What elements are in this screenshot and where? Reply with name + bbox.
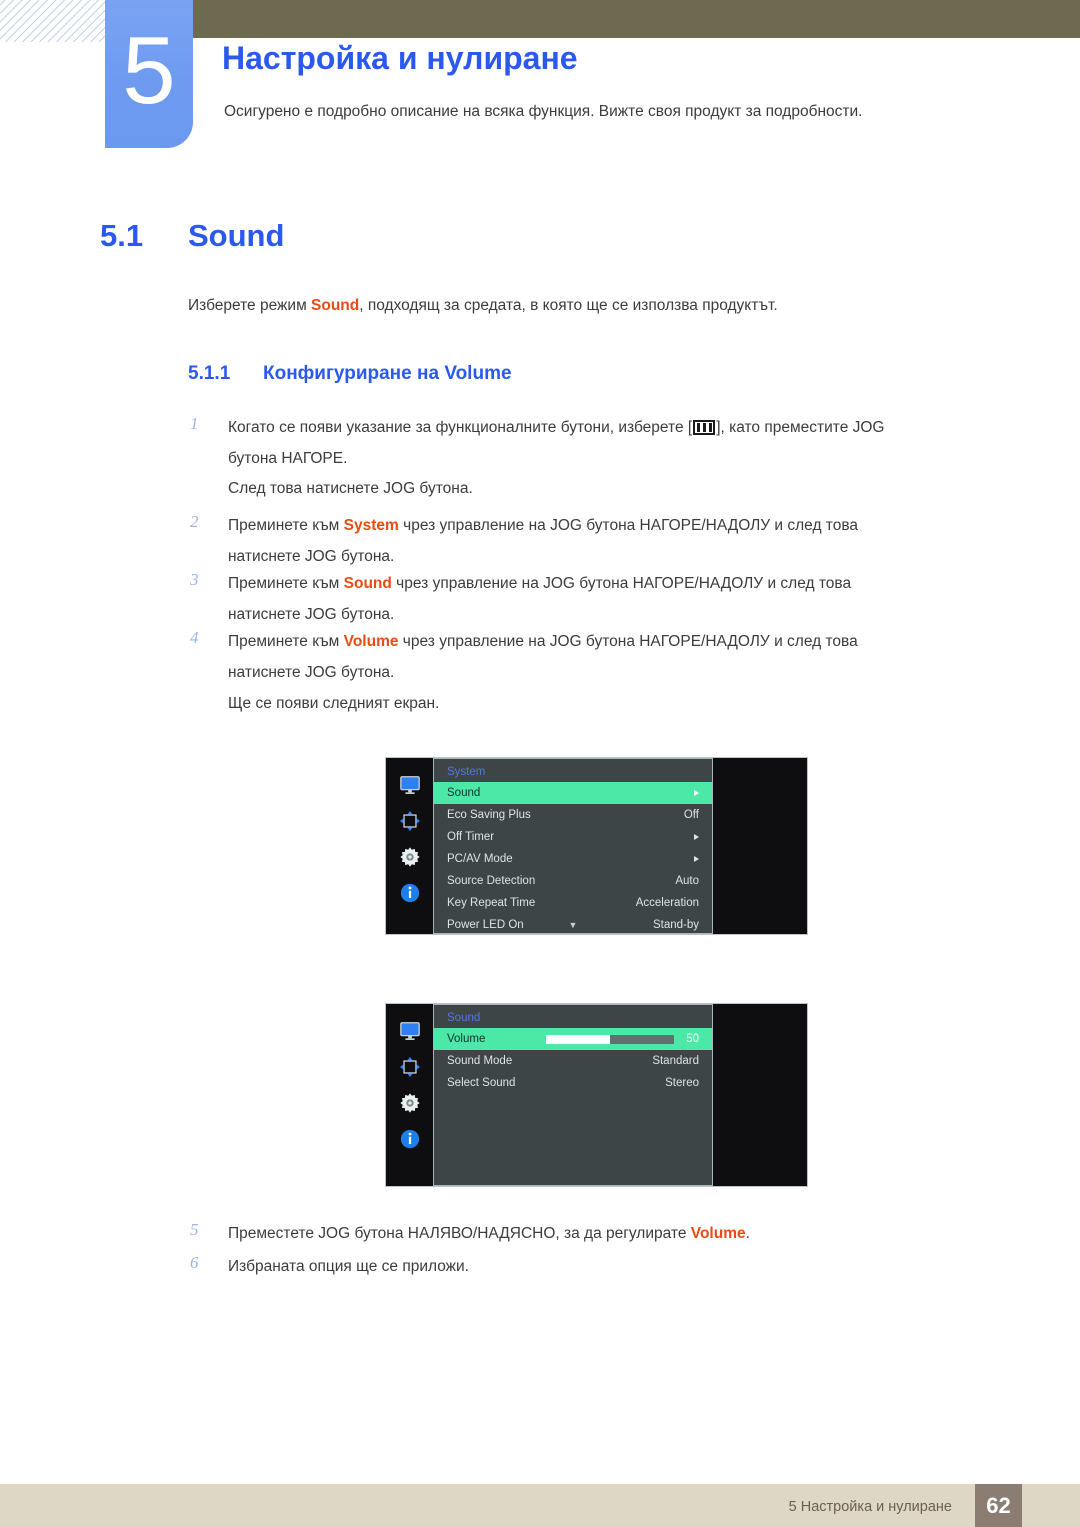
step-5-line1-before: Преместете JOG бутона НАЛЯВО/НАДЯСНО, за… [228, 1225, 691, 1242]
step-text-4: Преминете към Volume чрез управление на … [228, 626, 1018, 688]
osd-row-volume-label: Volume [447, 1033, 486, 1045]
osd-sound-panel: Sound Volume 50 Sound Mode Standard Sele… [433, 1004, 713, 1186]
step-5-line1-after: . [745, 1225, 750, 1242]
step-number-1: 1 [190, 414, 199, 433]
step-2-line1-after: чрез управление на JOG бутона НАГОРЕ/НАД… [398, 517, 859, 534]
info-icon [399, 1128, 421, 1150]
osd-row-off-timer[interactable]: Off Timer [434, 826, 712, 848]
step-number-4: 4 [190, 628, 199, 647]
step-1-line1-after: ], като преместите JOG [716, 419, 885, 436]
step-4-note: Ще се появи следният екран. [228, 695, 440, 712]
osd-system-panel: System Sound Eco Saving Plus Off Off Tim… [433, 758, 713, 934]
osd-system-screenshot: System Sound Eco Saving Plus Off Off Tim… [385, 757, 808, 935]
osd-system-title: System [447, 766, 486, 778]
osd-row-volume[interactable]: Volume 50 [434, 1028, 712, 1050]
step-text-3: Преминете към Sound чрез управление на J… [228, 568, 1018, 630]
osd-row-key-repeat-label: Key Repeat Time [447, 897, 536, 909]
osd-row-select-sound-label: Select Sound [447, 1077, 516, 1089]
osd-row-pc-av-arrow [694, 853, 699, 865]
osd-row-eco-label: Eco Saving Plus [447, 809, 531, 821]
osd-row-off-timer-label: Off Timer [447, 831, 495, 843]
osd-row-select-sound-value: Stereo [665, 1077, 699, 1089]
step-number-2: 2 [190, 512, 199, 531]
page-number: 62 [975, 1484, 1022, 1527]
step-4-line1-before: Преминете към [228, 633, 344, 650]
osd-row-eco-value: Off [683, 809, 699, 821]
osd-row-sound-label: Sound [447, 787, 481, 799]
step-text-2: Преминете към System чрез управление на … [228, 510, 1018, 572]
osd-row-volume-value: 50 [686, 1033, 699, 1045]
osd-row-pc-av-label: PC/AV Mode [447, 853, 513, 865]
step-1-line1-before: Когато се появи указание за функционални… [228, 419, 693, 436]
volume-slider-fill [546, 1034, 611, 1044]
osd-row-key-repeat-time[interactable]: Key Repeat Time Acceleration [434, 892, 712, 914]
section-intro: Изберете режим Sound, подходящ за средат… [188, 297, 778, 315]
volume-slider-rest [610, 1034, 675, 1044]
step-5-highlight: Volume [690, 1225, 746, 1242]
hatch-decoration [0, 0, 108, 42]
chapter-tab: 5 [105, 0, 193, 148]
monitor-icon [399, 774, 421, 796]
intro-text-after: , подходящ за средата, в която ще се изп… [359, 297, 778, 314]
subsection-title: Конфигуриране на Volume [263, 363, 512, 384]
osd-row-sound[interactable]: Sound [434, 782, 712, 804]
step-3-highlight: Sound [343, 575, 392, 592]
osd-row-sound-mode-label: Sound Mode [447, 1055, 513, 1067]
step-text-1: Когато се появи указание за функционални… [228, 412, 1018, 474]
step-1-note: След това натиснете JOG бутона. [228, 480, 473, 497]
jog-menu-icon [693, 420, 716, 435]
section-title: Sound [188, 218, 285, 253]
step-2-line1-before: Преминете към [228, 517, 344, 534]
osd-sound-sidebar [386, 1004, 433, 1186]
osd-row-source-label: Source Detection [447, 875, 536, 887]
volume-slider[interactable] [546, 1034, 675, 1044]
header-olive-bar [192, 0, 1080, 38]
osd-row-sound-arrow [694, 787, 699, 799]
chevron-down-icon[interactable]: ▼ [434, 921, 712, 930]
move-arrows-icon [399, 810, 421, 832]
step-2-highlight: System [343, 517, 399, 534]
step-number-6: 6 [190, 1253, 199, 1272]
step-number-3: 3 [190, 570, 199, 589]
osd-row-off-timer-arrow [694, 831, 699, 843]
intro-highlight: Sound [311, 297, 360, 314]
step-4-line1-after: чрез управление на JOG бутона НАГОРЕ/НАД… [398, 633, 858, 650]
osd-row-sound-mode[interactable]: Sound Mode Standard [434, 1050, 712, 1072]
osd-sound-title: Sound [447, 1012, 481, 1024]
step-4-line2: натиснете JOG бутона. [228, 664, 395, 681]
osd-system-sidebar [386, 758, 433, 934]
gear-icon [399, 846, 421, 868]
intro-text-before: Изберете режим [188, 297, 312, 314]
osd-row-source-value: Auto [675, 875, 699, 887]
step-1-line2: бутона НАГОРЕ. [228, 450, 348, 467]
step-2-line2: натиснете JOG бутона. [228, 548, 395, 565]
footer-label: 5 Настройка и нулиране [788, 1499, 952, 1515]
osd-row-select-sound[interactable]: Select Sound Stereo [434, 1072, 712, 1094]
osd-row-sound-mode-value: Standard [652, 1055, 699, 1067]
step-3-line1-after: чрез управление на JOG бутона НАГОРЕ/НАД… [391, 575, 852, 592]
chapter-subtitle: Осигурено е подробно описание на всяка ф… [224, 103, 863, 120]
step-text-6: Избраната опция ще се приложи. [228, 1258, 469, 1275]
osd-row-source-detection[interactable]: Source Detection Auto [434, 870, 712, 892]
info-icon [399, 882, 421, 904]
osd-row-eco-saving-plus[interactable]: Eco Saving Plus Off [434, 804, 712, 826]
gear-icon [399, 1092, 421, 1114]
subsection-number: 5.1.1 [188, 363, 231, 384]
step-3-line1-before: Преминете към [228, 575, 344, 592]
osd-row-key-repeat-value: Acceleration [635, 897, 699, 909]
osd-row-pc-av-mode[interactable]: PC/AV Mode [434, 848, 712, 870]
monitor-icon [399, 1020, 421, 1042]
move-arrows-icon [399, 1056, 421, 1078]
page-title: Настройка и нулиране [222, 40, 578, 76]
step-text-5: Преместете JOG бутона НАЛЯВО/НАДЯСНО, за… [228, 1218, 1018, 1249]
chapter-number: 5 [122, 17, 176, 124]
step-number-5: 5 [190, 1220, 199, 1239]
osd-sound-screenshot: Sound Volume 50 Sound Mode Standard Sele… [385, 1003, 808, 1187]
step-3-line2: натиснете JOG бутона. [228, 606, 395, 623]
section-number: 5.1 [100, 218, 144, 253]
step-4-highlight: Volume [343, 633, 399, 650]
